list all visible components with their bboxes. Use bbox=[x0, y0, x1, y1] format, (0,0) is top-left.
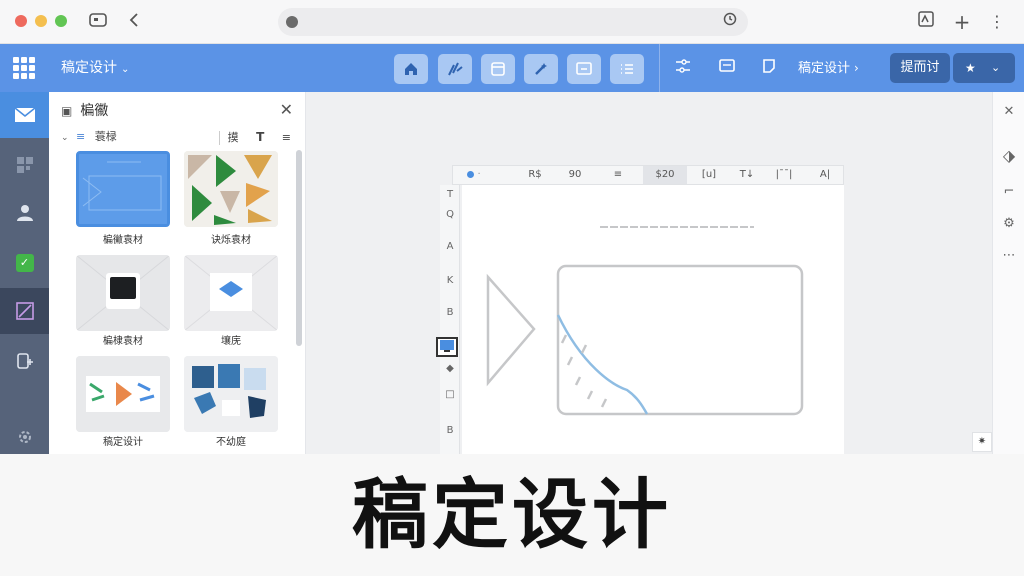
asset-label: 壤庑 bbox=[221, 336, 241, 347]
primary-action-button[interactable]: 提而讨 bbox=[890, 53, 950, 83]
align-tool[interactable]: ≡ bbox=[603, 166, 633, 184]
asset-thumbnail[interactable] bbox=[76, 255, 170, 331]
color-picker[interactable]: · bbox=[459, 166, 489, 184]
close-icon[interactable]: ✕ bbox=[280, 100, 293, 120]
user-add-icon[interactable] bbox=[0, 338, 49, 384]
format-tool[interactable]: R$ bbox=[519, 166, 551, 184]
browser-chrome: + ⋮ bbox=[0, 0, 1024, 44]
vertical-tool[interactable]: □ bbox=[440, 387, 460, 403]
asset-label: 稿定设计 bbox=[103, 437, 143, 448]
vertical-tool[interactable]: B bbox=[440, 305, 460, 321]
filter-tool-1[interactable]: 摸 bbox=[228, 131, 239, 144]
asset-thumbnail[interactable] bbox=[184, 151, 278, 227]
chevron-down-icon: ⌄ bbox=[121, 64, 130, 75]
format-tool[interactable]: 90 bbox=[559, 166, 591, 184]
filter-label[interactable]: 蓑椂 bbox=[95, 130, 117, 143]
filter-icon[interactable] bbox=[673, 58, 693, 78]
crop-icon[interactable]: ⌐ bbox=[993, 182, 1024, 202]
asset-thumbnail[interactable] bbox=[184, 356, 278, 432]
breadcrumb-label: 稿定设计 bbox=[798, 61, 851, 76]
right-rail: ✕ ⬗ ⌐ ⚙ ⋯ bbox=[992, 92, 1024, 454]
panel-icon: ▣ bbox=[61, 104, 73, 118]
wireframe-drawing bbox=[486, 226, 804, 416]
magic-wand-icon[interactable] bbox=[524, 54, 558, 84]
more-horizontal-icon[interactable]: ⋯ bbox=[993, 246, 1024, 266]
reader-icon[interactable] bbox=[914, 10, 938, 34]
design-canvas[interactable] bbox=[462, 185, 844, 454]
page-icon[interactable] bbox=[759, 58, 779, 78]
more-vertical-icon[interactable]: ⋮ bbox=[985, 10, 1009, 34]
address-bar[interactable] bbox=[278, 8, 748, 36]
star-icon[interactable]: ✷ bbox=[972, 432, 992, 452]
left-rail: ✓ bbox=[0, 92, 49, 454]
app-topbar: 稿定设计 ⌄ 稿定设计 › 提而讨 ★ ⌄ bbox=[0, 44, 1024, 92]
format-tool[interactable]: A| bbox=[811, 166, 839, 184]
list-icon[interactable] bbox=[610, 54, 644, 84]
close-window-button[interactable] bbox=[15, 15, 27, 27]
asset-thumbnail[interactable] bbox=[184, 255, 278, 331]
ai-sparkle-icon[interactable] bbox=[438, 54, 472, 84]
vertical-toolbar: T Q A K B ◆ □ B bbox=[436, 185, 460, 454]
vertical-tool[interactable]: ◆ bbox=[440, 361, 460, 377]
minimize-window-button[interactable] bbox=[35, 15, 47, 27]
template-icon[interactable] bbox=[481, 54, 515, 84]
project-title: 稿定设计 bbox=[61, 60, 117, 76]
site-info-icon[interactable] bbox=[286, 16, 298, 28]
settings-icon[interactable]: ⚙ bbox=[993, 214, 1024, 234]
star-dropdown-button[interactable]: ★ ⌄ bbox=[953, 53, 1015, 83]
asset-thumbnail[interactable] bbox=[76, 151, 170, 227]
format-tool[interactable]: [u] bbox=[695, 166, 723, 184]
new-tab-plus-icon[interactable]: + bbox=[950, 10, 974, 34]
panel-title: 楄鰴 bbox=[80, 103, 109, 119]
divider bbox=[218, 131, 220, 145]
format-tool[interactable]: |¯¯| bbox=[769, 166, 799, 184]
caption-band: 稿定设计 bbox=[0, 454, 1024, 576]
format-toolbar: · R$ 90 ≡ $20 [u] T↓ |¯¯| A| bbox=[452, 165, 844, 185]
asset-label: 楄棣袁材 bbox=[103, 336, 143, 347]
text-tool-icon[interactable]: T bbox=[256, 130, 264, 144]
magic-wand-icon[interactable]: ⬗ bbox=[993, 146, 1024, 166]
vertical-tool[interactable]: T bbox=[440, 187, 460, 203]
star-icon: ★ bbox=[965, 61, 976, 75]
vertical-tool[interactable]: Q bbox=[440, 207, 460, 223]
present-icon[interactable] bbox=[567, 54, 601, 84]
apps-grid-icon[interactable] bbox=[13, 57, 35, 79]
asset-label: 诀烁袁材 bbox=[211, 235, 251, 246]
breadcrumb[interactable]: 稿定设计 › bbox=[798, 58, 859, 79]
vertical-tool[interactable]: A bbox=[440, 239, 460, 255]
toolbar-divider bbox=[659, 44, 660, 92]
mail-icon[interactable] bbox=[0, 92, 49, 138]
assets-panel: ▣ 楄鰴 ✕ ⌄ ≡ 蓑椂 摸 T ≡ 楄鰴袁材 诀烁袁材 楄棣袁材 壤庑 稿定… bbox=[49, 92, 306, 454]
format-tool[interactable]: T↓ bbox=[733, 166, 761, 184]
window-icon[interactable] bbox=[86, 10, 110, 34]
vertical-tool[interactable]: B bbox=[440, 423, 460, 439]
grid-widgets-icon[interactable] bbox=[0, 142, 49, 188]
panel-header: ▣ 楄鰴 bbox=[61, 102, 108, 120]
vertical-tool[interactable]: K bbox=[440, 273, 460, 289]
back-arrow-icon[interactable] bbox=[122, 10, 146, 34]
filter-tools: 摸 T ≡ bbox=[205, 126, 291, 149]
asset-thumbnail[interactable] bbox=[76, 356, 170, 432]
panel-scrollbar[interactable] bbox=[296, 150, 302, 346]
collapse-icon[interactable]: ✕ bbox=[993, 102, 1024, 122]
chevron-down-icon: ⌄ bbox=[991, 61, 1001, 74]
home-icon[interactable] bbox=[394, 54, 428, 84]
caption-title: 稿定设计 bbox=[352, 470, 672, 559]
asset-label: 不幼庭 bbox=[216, 437, 246, 448]
maximize-window-button[interactable] bbox=[55, 15, 67, 27]
chevron-down-icon[interactable]: ⌄ bbox=[61, 133, 69, 143]
sort-icon[interactable]: ≡ bbox=[76, 130, 85, 143]
filter-row: ⌄ ≡ 蓑椂 摸 T ≡ bbox=[61, 126, 291, 148]
asset-label: 楄鰴袁材 bbox=[103, 235, 143, 246]
comment-icon[interactable] bbox=[717, 58, 737, 78]
font-size-select[interactable]: $20 bbox=[643, 166, 687, 184]
check-icon[interactable]: ✓ bbox=[0, 240, 49, 286]
menu-icon[interactable]: ≡ bbox=[282, 131, 291, 144]
history-icon[interactable] bbox=[720, 12, 740, 32]
people-icon[interactable] bbox=[0, 190, 49, 236]
image-tool-icon[interactable] bbox=[436, 337, 458, 357]
project-title-dropdown[interactable]: 稿定设计 ⌄ bbox=[61, 58, 129, 80]
chevron-right-icon: › bbox=[854, 61, 859, 75]
image-edit-icon[interactable] bbox=[0, 288, 49, 334]
